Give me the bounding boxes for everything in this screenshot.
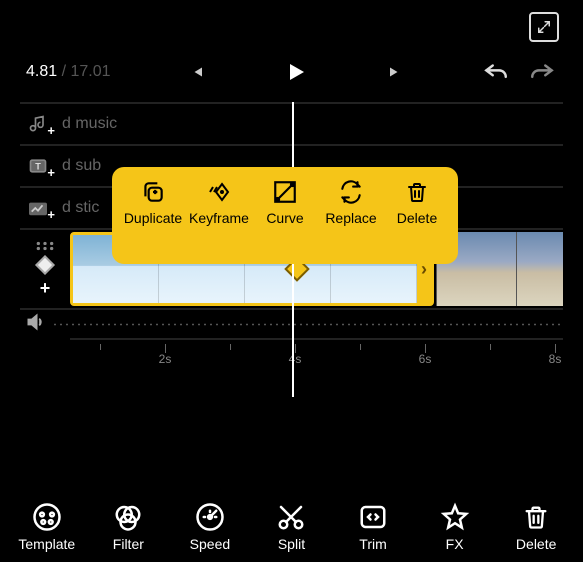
time-display: 4.81 / 17.01 (26, 63, 111, 81)
next-button[interactable] (381, 63, 411, 81)
replace-icon (338, 179, 364, 205)
skip-previous-icon (187, 63, 205, 81)
template-label: Template (11, 536, 83, 552)
sticker-track-icon[interactable]: + (24, 197, 52, 219)
volume-button[interactable] (24, 312, 52, 337)
undo-icon (483, 62, 509, 82)
music-track-label: d music (62, 115, 117, 133)
bottom-toolbar: Template Filter Speed Split Trim FX Dele… (0, 490, 583, 562)
audio-waveform[interactable] (52, 323, 563, 326)
fx-button[interactable]: FX (419, 500, 491, 552)
speed-icon (195, 502, 225, 532)
ruler-tick-2s: 2s (159, 352, 172, 366)
filter-icon (113, 502, 143, 532)
duplicate-icon (140, 179, 166, 205)
speed-label: Speed (174, 536, 246, 552)
keyframe-button[interactable]: Keyframe (188, 177, 250, 264)
time-ruler[interactable]: 2s 4s 6s 8s (70, 338, 563, 366)
redo-icon (529, 62, 555, 82)
speed-button[interactable]: Speed (174, 500, 246, 552)
music-note-icon (27, 114, 49, 134)
keyframe-indicator-icon[interactable] (35, 255, 55, 275)
prev-button[interactable] (181, 63, 211, 81)
trim-label: Trim (337, 536, 409, 552)
split-label: Split (255, 536, 327, 552)
transport-controls: 4.81 / 17.01 (20, 60, 563, 84)
duplicate-label: Duplicate (122, 211, 184, 226)
expand-icon (537, 20, 551, 34)
add-clip-button[interactable]: + (40, 278, 51, 299)
fullscreen-button[interactable] (529, 12, 559, 42)
trash-icon (405, 179, 429, 205)
music-track[interactable]: + d music (20, 102, 563, 144)
sticker-track-label: d stic (62, 199, 99, 217)
redo-button[interactable] (527, 62, 557, 82)
ruler-tick-8s: 8s (549, 352, 562, 366)
trim-button[interactable]: Trim (337, 500, 409, 552)
skip-next-icon (387, 63, 405, 81)
star-icon (440, 502, 470, 532)
text-icon: T (27, 156, 49, 176)
template-icon (32, 502, 62, 532)
template-button[interactable]: Template (11, 500, 83, 552)
filter-label: Filter (92, 536, 164, 552)
music-track-icon[interactable]: + (24, 113, 52, 135)
duplicate-button[interactable]: Duplicate (122, 177, 184, 264)
chart-icon (27, 199, 49, 217)
current-time: 4.81 (26, 63, 57, 80)
grip-icon[interactable] (35, 240, 55, 252)
ruler-tick-4s: 4s (289, 352, 302, 366)
audio-track[interactable] (20, 308, 563, 338)
split-button[interactable]: Split (255, 500, 327, 552)
filter-button[interactable]: Filter (92, 500, 164, 552)
delete-button[interactable]: Delete (500, 500, 572, 552)
svg-text:T: T (35, 161, 41, 171)
total-duration: 17.01 (71, 63, 111, 80)
popup-delete-label: Delete (386, 211, 448, 226)
keyframe-icon (204, 179, 234, 205)
trim-icon (358, 502, 388, 532)
video-editor-app: 4.81 / 17.01 + d musi (0, 0, 583, 562)
popup-delete-button[interactable]: Delete (386, 177, 448, 264)
curve-label: Curve (254, 211, 316, 226)
replace-label: Replace (320, 211, 382, 226)
play-icon (284, 60, 308, 84)
play-button[interactable] (281, 60, 311, 84)
curve-icon (272, 179, 298, 205)
time-separator: / (62, 63, 66, 80)
replace-button[interactable]: Replace (320, 177, 382, 264)
keyframe-label: Keyframe (188, 211, 250, 226)
curve-button[interactable]: Curve (254, 177, 316, 264)
undo-button[interactable] (481, 62, 511, 82)
subtitle-track-icon[interactable]: T + (24, 155, 52, 177)
fx-label: FX (419, 536, 491, 552)
ruler-tick-6s: 6s (419, 352, 432, 366)
scissors-icon (276, 502, 306, 532)
timeline-tracks: + d music T + d sub + d stic + (20, 102, 563, 366)
video-track-controls: + (20, 240, 70, 299)
delete-icon (522, 502, 550, 532)
context-menu-popup: Duplicate Keyframe Curve Replace Delete (112, 167, 458, 264)
subtitle-track-label: d sub (62, 157, 101, 175)
volume-icon (24, 312, 46, 332)
delete-label: Delete (500, 536, 572, 552)
